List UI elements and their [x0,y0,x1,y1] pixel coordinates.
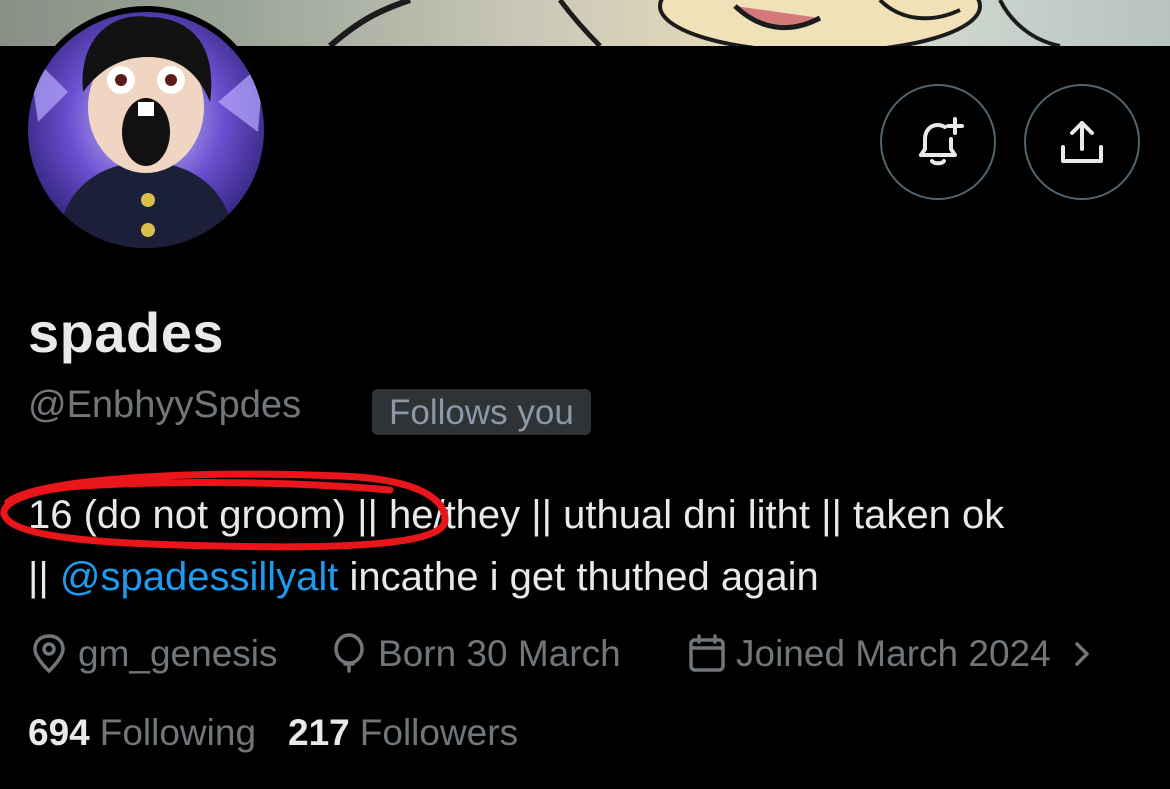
following-label: Following [99,712,257,753]
following-link[interactable]: 694 Following [28,712,256,754]
followers-label: Followers [359,712,519,753]
bio-line-2: || @spadessillyalt incathe i get thuthed… [28,546,1148,608]
handle: @EnbhyySpdes [28,384,302,426]
avatar[interactable] [22,6,270,254]
avatar-image [28,12,264,248]
follows-you-badge: Follows you [372,389,591,435]
share-button[interactable] [1024,84,1140,200]
bio: 16 (do not groom) || he/they || uthual d… [28,484,1148,608]
birthday: Born 30 March [328,626,621,682]
share-icon [1061,121,1103,163]
followers-count: 217 [288,712,350,753]
balloon-icon [334,633,364,673]
location-text: gm_genesis [78,633,278,674]
bell-plus-icon [919,117,964,166]
birthday-text: Born 30 March [378,633,621,674]
joined-date[interactable]: Joined March 2024 [686,626,1107,682]
bio-mention-link[interactable]: @spadessillyalt [60,555,339,599]
follow-stats: 694 Following 217 Followers [28,712,518,754]
chevron-right-icon [1074,642,1089,666]
calendar-icon [689,634,725,672]
location: gm_genesis [28,626,278,682]
bio-line-2-text: incathe i get thuthed again [338,555,819,599]
notify-button[interactable] [880,84,996,200]
followers-link[interactable]: 217 Followers [288,712,518,754]
bio-separator: || [28,555,60,599]
following-count: 694 [28,712,90,753]
location-pin-icon [33,634,65,674]
bio-line-1: 16 (do not groom) || he/they || uthual d… [28,493,1005,537]
joined-text: Joined March 2024 [736,633,1051,674]
display-name: spades [28,301,224,364]
